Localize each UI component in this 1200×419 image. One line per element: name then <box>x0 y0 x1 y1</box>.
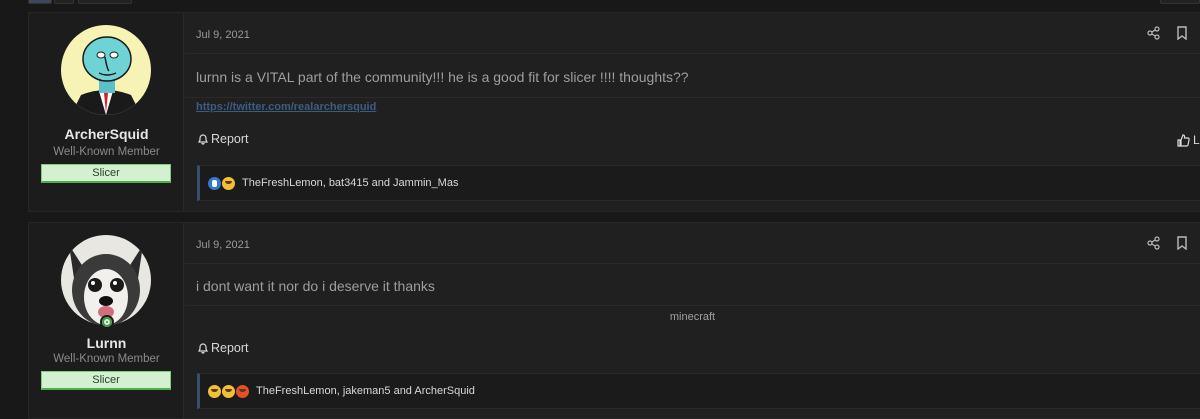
like-reaction-icon <box>208 176 221 190</box>
user-title: Well-Known Member <box>53 146 160 158</box>
divider <box>185 97 1200 98</box>
divider <box>185 305 1200 306</box>
user-banner: Slicer <box>41 371 171 390</box>
page-button[interactable] <box>54 0 74 4</box>
share-icon[interactable] <box>1147 236 1161 250</box>
bell-icon <box>198 343 208 354</box>
report-label: Report <box>211 341 249 355</box>
reactions-bar[interactable]: TheFreshLemon, jakeman5 and ArcherSquid <box>197 373 1200 409</box>
avatar[interactable] <box>61 25 151 115</box>
user-banner: Slicer <box>41 164 171 183</box>
share-icon[interactable] <box>1147 26 1161 40</box>
bookmark-icon[interactable] <box>1175 26 1189 40</box>
like-button[interactable]: L <box>1177 133 1200 147</box>
post-message: i dont want it nor do i deserve it thank… <box>196 278 435 294</box>
avatar[interactable] <box>61 235 151 325</box>
divider <box>185 53 1200 54</box>
pagination-bar <box>0 0 1200 10</box>
page-button[interactable] <box>78 0 132 4</box>
forum-post: ArcherSquid Well-Known Member Slicer Jul… <box>28 12 1200 212</box>
post-content: Jul 9, 2021 lurnn is a VITAL part of the… <box>185 13 1200 211</box>
username[interactable]: Lurnn <box>29 335 184 351</box>
bookmark-icon[interactable] <box>1175 236 1189 250</box>
thumbs-up-icon <box>1177 133 1190 147</box>
divider <box>185 263 1200 264</box>
report-button[interactable]: Report <box>197 132 249 146</box>
user-cell: Lurnn Well-Known Member Slicer <box>29 223 184 418</box>
page-button[interactable] <box>28 0 52 4</box>
user-cell: ArcherSquid Well-Known Member Slicer <box>29 13 184 211</box>
like-label: L <box>1193 133 1200 147</box>
report-label: Report <box>211 132 249 146</box>
reactions-bar[interactable]: TheFreshLemon, bat3415 and Jammin_Mas <box>197 165 1200 201</box>
sad-reaction-icon <box>222 384 235 398</box>
sad-reaction-icon <box>222 176 235 190</box>
post-content: Jul 9, 2021 i dont want it nor do i dese… <box>185 223 1200 418</box>
reactions-users[interactable]: TheFreshLemon, jakeman5 and ArcherSquid <box>256 385 475 397</box>
page-jump-button[interactable] <box>1160 0 1200 4</box>
post-date[interactable]: Jul 9, 2021 <box>196 29 250 41</box>
user-title: Well-Known Member <box>53 353 160 365</box>
signature: minecraft <box>669 311 716 323</box>
online-status-icon <box>100 315 114 329</box>
post-link[interactable]: https://twitter.com/realarchersquid <box>196 101 376 113</box>
username[interactable]: ArcherSquid <box>29 126 184 142</box>
haha-reaction-icon <box>208 384 221 398</box>
report-button[interactable]: Report <box>197 341 249 355</box>
forum-post: Lurnn Well-Known Member Slicer Jul 9, 20… <box>28 222 1200 419</box>
post-date[interactable]: Jul 9, 2021 <box>196 239 250 251</box>
post-message: lurnn is a VITAL part of the community!!… <box>196 69 689 85</box>
reactions-users[interactable]: TheFreshLemon, bat3415 and Jammin_Mas <box>242 177 458 189</box>
angry-reaction-icon <box>236 384 249 398</box>
bell-icon <box>198 134 208 145</box>
